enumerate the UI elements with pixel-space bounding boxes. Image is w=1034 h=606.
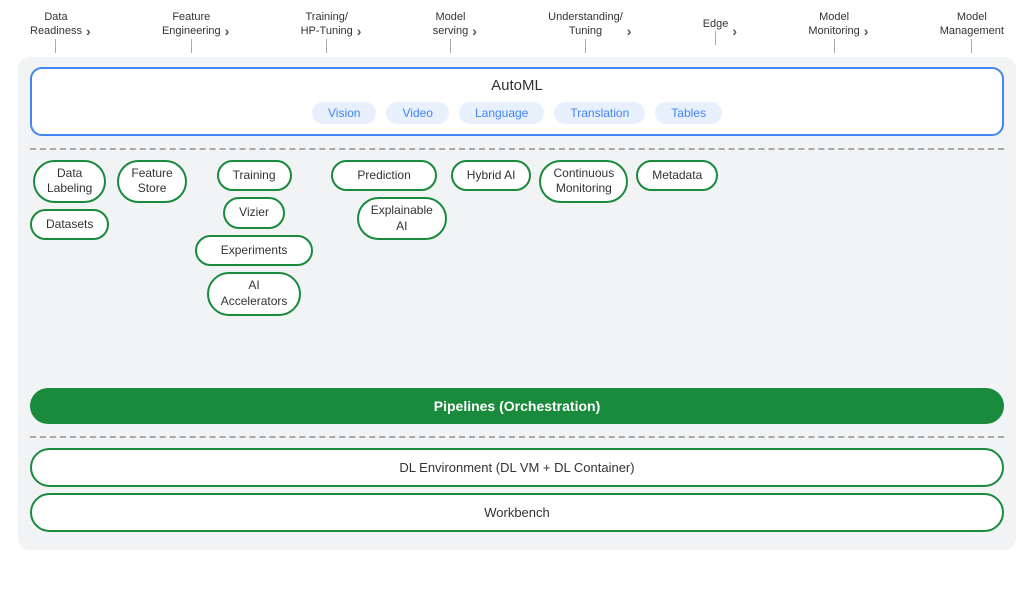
nav-arrow-5: › (732, 23, 737, 39)
nav-arrow-2: › (357, 23, 362, 39)
col-hybrid: Hybrid AI (451, 160, 532, 192)
nav-label-training-hp: Training/ HP-Tuning (301, 10, 353, 39)
main-box: AutoML Vision Video Language Translation… (18, 57, 1016, 550)
nav-tick-5 (715, 31, 716, 45)
pill-prediction: Prediction (331, 160, 436, 192)
nav-tick-1 (191, 39, 192, 53)
nav-tick-3 (450, 39, 451, 53)
col-training: Training Vizier Experiments AIAccelerato… (195, 160, 314, 316)
nav-label-understanding: Understanding/ Tuning (548, 10, 623, 39)
middle-section: DataLabeling Datasets FeatureStore Train… (30, 160, 1004, 380)
pill-training: Training (217, 160, 292, 192)
nav-label-data-readiness: Data Readiness (30, 10, 82, 39)
pill-vizier: Vizier (223, 197, 285, 229)
nav-arrow-0: › (86, 23, 91, 39)
nav-step-model-monitoring: Model Monitoring › (808, 10, 868, 53)
col-data: DataLabeling Datasets (30, 160, 109, 241)
nav-arrow-1: › (225, 23, 230, 39)
bottom-section: DL Environment (DL VM + DL Container) Wo… (30, 448, 1004, 532)
automl-pills: Vision Video Language Translation Tables (44, 102, 990, 124)
nav-step-model-serving: Model serving › (433, 10, 477, 53)
nav-step-feature-engineering: Feature Engineering › (162, 10, 229, 53)
col-monitoring: ContinuousMonitoring (539, 160, 628, 203)
nav-arrow-3: › (472, 23, 477, 39)
nav-tick-4 (585, 39, 586, 53)
nav-label-edge: Edge (703, 17, 729, 31)
nav-arrow-4: › (627, 23, 632, 39)
nav-step-edge: Edge › (703, 17, 737, 45)
pill-feature-store: FeatureStore (117, 160, 186, 203)
pill-metadata: Metadata (636, 160, 718, 192)
nav-tick-2 (326, 39, 327, 53)
pill-datasets: Datasets (30, 209, 109, 241)
pill-explainable-ai: ExplainableAI (357, 197, 447, 240)
automl-pill-video: Video (386, 102, 448, 124)
dashed-divider-top (30, 148, 1004, 150)
nav-label-model-monitoring: Model Monitoring (808, 10, 859, 39)
pill-dl-environment: DL Environment (DL VM + DL Container) (30, 448, 1004, 487)
col-metadata: Metadata (636, 160, 718, 192)
pill-continuous-monitoring: ContinuousMonitoring (539, 160, 628, 203)
automl-title: AutoML (44, 77, 990, 94)
automl-pill-translation: Translation (554, 102, 645, 124)
pill-experiments: Experiments (195, 235, 314, 267)
nav-label-model-management: Model Management (940, 10, 1004, 39)
nav-tick-0 (55, 39, 56, 53)
automl-section: AutoML Vision Video Language Translation… (30, 67, 1004, 136)
automl-pill-language: Language (459, 102, 544, 124)
col-feature: FeatureStore (117, 160, 186, 203)
nav-tick-7 (971, 39, 972, 53)
automl-pill-vision: Vision (312, 102, 376, 124)
pill-data-labeling: DataLabeling (33, 160, 106, 203)
nav-label-model-serving: Model serving (433, 10, 468, 39)
dashed-divider-bottom (30, 436, 1004, 438)
pill-workbench: Workbench (30, 493, 1004, 532)
automl-pill-tables: Tables (655, 102, 722, 124)
nav-arrow-6: › (864, 23, 869, 39)
nav-tick-6 (834, 39, 835, 53)
nav-step-model-management: Model Management (940, 10, 1004, 53)
nav-step-training: Training/ HP-Tuning › (301, 10, 362, 53)
top-nav: Data Readiness › Feature Engineering › T… (10, 10, 1024, 53)
diagram-container: Data Readiness › Feature Engineering › T… (0, 0, 1034, 606)
pill-hybrid-ai: Hybrid AI (451, 160, 532, 192)
col-prediction: Prediction ExplainableAI (331, 160, 436, 241)
nav-label-feature-engineering: Feature Engineering (162, 10, 221, 39)
nav-step-understanding: Understanding/ Tuning › (548, 10, 631, 53)
nav-step-data-readiness: Data Readiness › (30, 10, 91, 53)
pipelines-bar: Pipelines (Orchestration) (30, 388, 1004, 424)
pill-ai-accelerators: AIAccelerators (207, 272, 302, 315)
